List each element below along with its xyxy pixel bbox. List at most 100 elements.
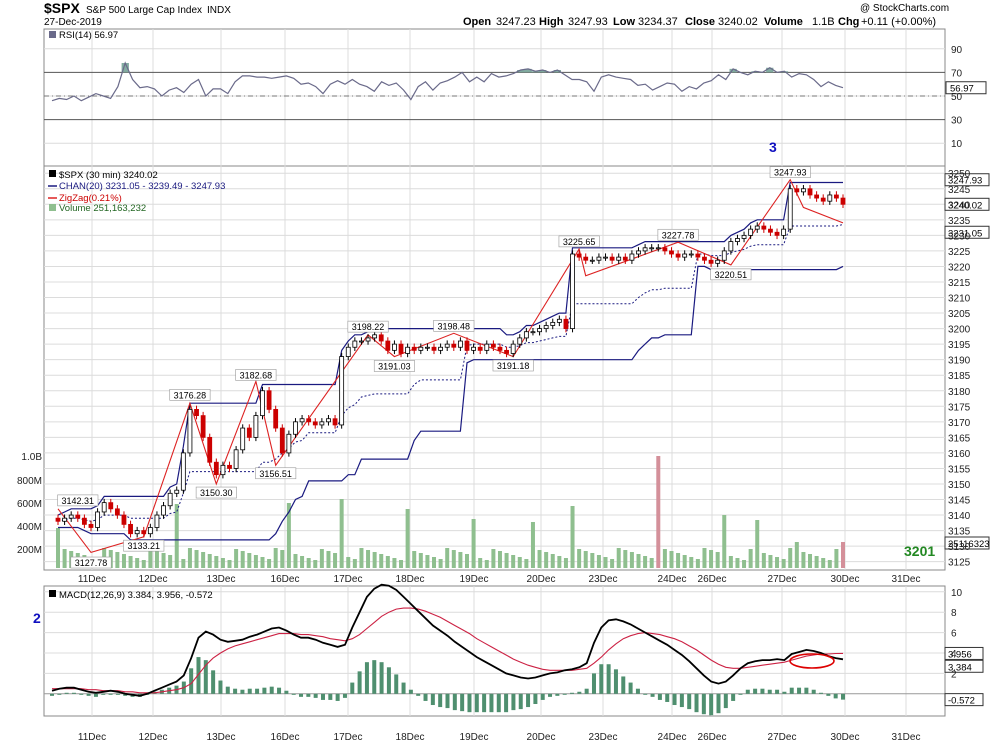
- volume-bar: [280, 550, 285, 568]
- candle-body: [372, 334, 378, 339]
- x-tick-label-30Dec: 30Dec: [831, 574, 860, 585]
- channel-legend-text: CHAN(20) 3231.05 - 3239.49 - 3247.93: [59, 181, 225, 192]
- rsi-legend: RSI(14) 56.97: [49, 30, 118, 41]
- candle-body: [715, 259, 721, 264]
- macd-histogram-bar: [526, 693, 531, 708]
- candle-body: [583, 256, 589, 261]
- candle-body: [299, 418, 305, 423]
- price-annotation-3127.78: 3127.78: [75, 558, 108, 568]
- candle-body: [497, 346, 503, 351]
- candle-body: [55, 517, 61, 522]
- macd-histogram-bar: [357, 671, 362, 694]
- candle-body: [279, 427, 285, 454]
- macd-histogram-bar: [643, 693, 648, 695]
- watermark: @ StockCharts.com: [860, 3, 949, 14]
- price-tick-3205: 3205: [948, 309, 971, 320]
- macd-histogram-bar: [460, 693, 465, 712]
- volume-bar: [359, 548, 364, 568]
- macd-x-tick-label-20Dec: 20Dec: [527, 732, 556, 743]
- price-annotation-3176.28: 3176.28: [174, 390, 207, 400]
- price-tick-3130: 3130: [948, 542, 971, 553]
- volume-bar: [306, 558, 311, 568]
- candle-body: [570, 253, 575, 329]
- price-tick-3180: 3180: [948, 387, 971, 398]
- candle-body: [286, 433, 292, 454]
- high-value: 3247.93: [568, 16, 608, 28]
- x-tick-label-20Dec: 20Dec: [527, 574, 556, 585]
- volume-bar: [695, 559, 700, 568]
- close-value: 3240.02: [718, 16, 758, 28]
- volume-bar: [201, 552, 206, 568]
- candle-body: [233, 449, 239, 469]
- price-legend-text: $SPX (30 min) 3240.02: [59, 170, 158, 181]
- volume-legend-swatch: [49, 204, 56, 211]
- macd-histogram-bar: [364, 662, 369, 694]
- macd-histogram-bar: [86, 693, 91, 696]
- candle-body: [411, 346, 417, 351]
- x-tick-label-17Dec: 17Dec: [334, 574, 363, 585]
- volume-bar: [385, 556, 390, 568]
- candle-body: [504, 349, 509, 354]
- volume-bar: [207, 554, 212, 568]
- candle-body: [326, 418, 331, 423]
- candle-body: [240, 427, 246, 451]
- volume-bar: [418, 553, 423, 568]
- candle-body: [81, 517, 87, 525]
- candle-body: [702, 256, 707, 261]
- volume-bar: [412, 551, 417, 568]
- volume-bar: [709, 550, 714, 568]
- candle-body: [768, 228, 773, 233]
- candle-body: [161, 505, 166, 516]
- candle-body: [820, 197, 826, 202]
- macd-histogram-bar: [467, 693, 472, 713]
- macd-histogram-bar: [372, 660, 377, 694]
- volume-bar: [478, 558, 483, 568]
- candle-body: [207, 436, 213, 463]
- macd-histogram-bar: [350, 682, 355, 694]
- volume-bar: [841, 542, 845, 568]
- volume-bar: [821, 558, 826, 568]
- volume-bar: [339, 499, 344, 568]
- price-tick-3165: 3165: [948, 433, 971, 444]
- volume-bar: [293, 554, 298, 568]
- macd-histogram-bar: [233, 688, 238, 694]
- macd-histogram-bar: [50, 693, 54, 696]
- macd-histogram-bar: [445, 693, 450, 709]
- macd-histogram-bar: [782, 691, 787, 694]
- macd-histogram-bar: [394, 674, 399, 694]
- volume-bar: [491, 549, 496, 568]
- macd-histogram-bar: [621, 676, 626, 694]
- chg-value: +0.11 (+0.00%): [861, 16, 936, 28]
- volume-bar: [432, 557, 437, 568]
- macd-histogram-bar: [218, 680, 223, 694]
- high-label: High: [539, 16, 564, 28]
- volume-bar: [715, 552, 720, 568]
- macd-histogram-bar: [416, 693, 421, 696]
- volume-bar: [649, 558, 654, 568]
- macd-x-tick-label-17Dec: 17Dec: [334, 732, 363, 743]
- candle-body: [675, 253, 681, 258]
- x-tick-label-31Dec: 31Dec: [892, 574, 921, 585]
- macd-histogram-bar: [342, 693, 347, 698]
- macd-histogram-bar: [723, 693, 728, 709]
- x-tick-label-16Dec: 16Dec: [271, 574, 300, 585]
- candle-body: [629, 253, 635, 261]
- candle-body: [834, 194, 839, 199]
- candle-body: [735, 238, 740, 242]
- macd-x-tick-label-18Dec: 18Dec: [396, 732, 425, 743]
- macd-histogram-bar: [320, 693, 325, 700]
- volume-bar: [161, 553, 166, 568]
- candle-body: [101, 502, 107, 513]
- volume-bar: [392, 558, 397, 568]
- macd-histogram-bar: [482, 693, 487, 713]
- macd-x-tick-label-16Dec: 16Dec: [271, 732, 300, 743]
- candle-body: [721, 250, 727, 261]
- macd-histogram-bar: [64, 692, 69, 694]
- candle-body: [517, 337, 523, 345]
- price-tick-3195: 3195: [948, 340, 971, 351]
- candle-body: [655, 247, 661, 250]
- volume-bar: [524, 559, 529, 568]
- macd-histogram-bar: [115, 693, 120, 695]
- price-annotation-3227.78: 3227.78: [662, 230, 695, 240]
- price-tick-3160: 3160: [948, 449, 971, 460]
